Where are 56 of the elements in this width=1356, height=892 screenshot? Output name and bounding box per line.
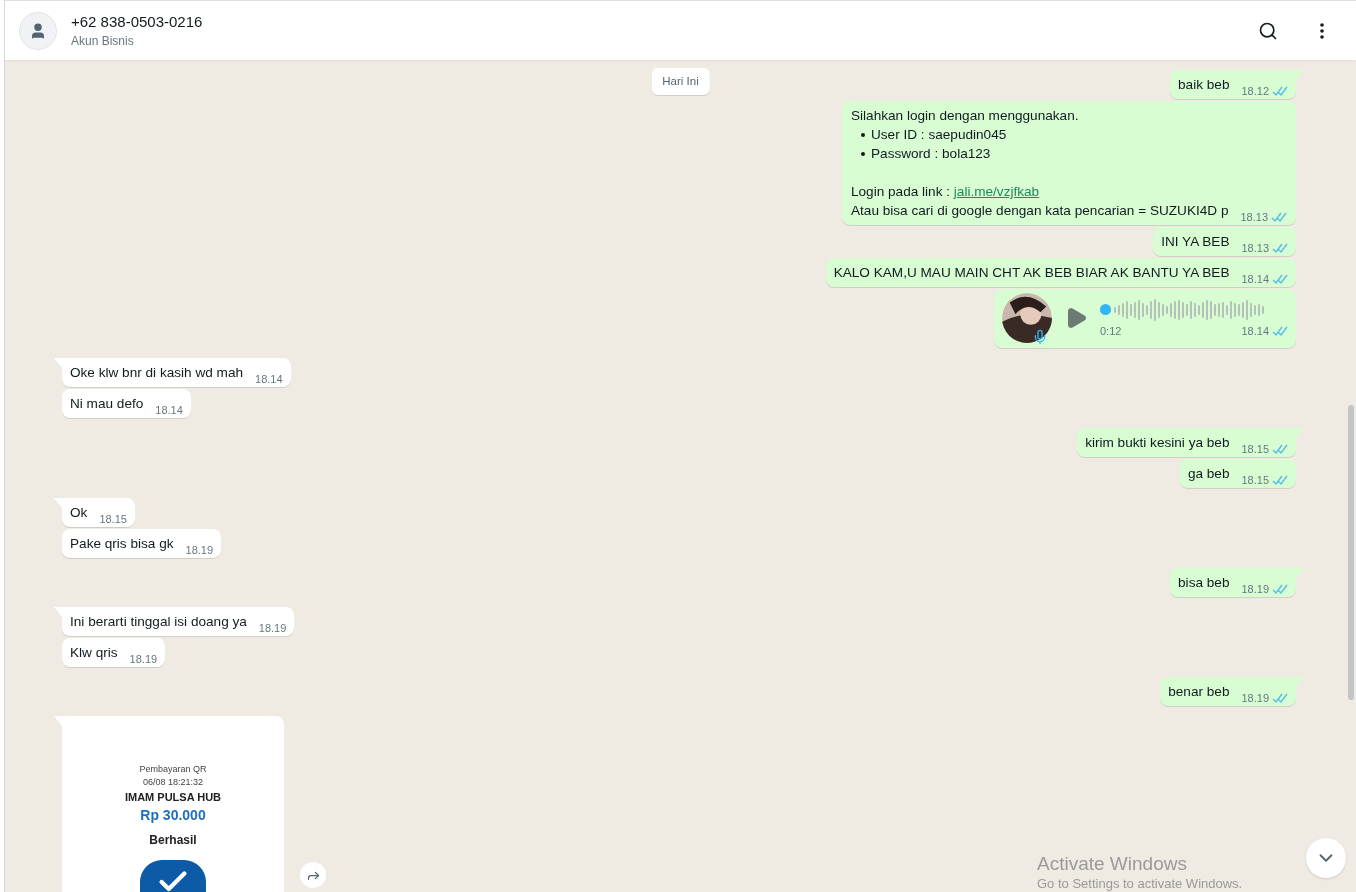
- menu-icon: [1320, 22, 1324, 39]
- message-text: Ok: [70, 504, 88, 522]
- message-text: Atau bisa cari di google dengan kata pencarian = SUZUKI4D p: [851, 202, 1229, 220]
- message-text: benar beb: [1168, 683, 1230, 701]
- forward-button[interactable]: [300, 862, 326, 888]
- message-text: kirim bukti kesini ya beb: [1085, 434, 1230, 452]
- receipt-amount: Rp 30.000: [140, 806, 206, 825]
- message-time: 18.19: [185, 543, 214, 557]
- bullet-icon: [861, 132, 865, 137]
- scroll-down-button[interactable]: [1306, 838, 1346, 878]
- message-text: Klw qris: [70, 644, 118, 662]
- success-check-icon: [140, 860, 206, 892]
- playback-thumb[interactable]: [1100, 304, 1111, 316]
- microphone-icon: [1032, 329, 1048, 345]
- list-item: User ID : saepudin045: [871, 126, 1007, 144]
- message-time: 18.19: [129, 652, 158, 666]
- date-chip: Hari Ini: [651, 68, 710, 96]
- message-text: ga beb: [1187, 465, 1230, 483]
- message-text: Ini berarti tinggal isi doang ya: [70, 613, 247, 631]
- avatar-icon[interactable]: [19, 11, 57, 50]
- search-icon: [1258, 20, 1278, 41]
- message-text: INI YA BEB: [1161, 233, 1230, 251]
- scrollbar[interactable]: [1348, 405, 1354, 700]
- message-time: 18.19: [258, 621, 287, 635]
- message-time: 18.15: [1241, 442, 1269, 456]
- message-time: 18.13: [1241, 241, 1269, 255]
- contact-name[interactable]: +62 838-0503-0216: [71, 11, 1234, 32]
- message-text: Pake qris bisa gk: [70, 535, 174, 553]
- contact-subtitle: Akun Bisnis: [71, 32, 135, 50]
- message-time: 18.14: [1241, 323, 1269, 339]
- bullet-icon: [861, 151, 865, 156]
- message-text: bisa beb: [1178, 574, 1230, 592]
- message-time: 18.15: [1241, 473, 1269, 487]
- message-text: Ni mau defo: [70, 395, 144, 413]
- message-time: 18.15: [99, 512, 127, 526]
- receipt-datetime: 06/08 18:21:32: [142, 776, 204, 789]
- message-text: Silahkan login dengan menggunakan.: [851, 107, 1079, 125]
- message-time: 18.19: [1241, 582, 1269, 596]
- message-text: Login pada link :: [851, 183, 951, 201]
- message-time: 18.14: [255, 372, 283, 386]
- receipt-title: Pembayaran QR: [139, 763, 207, 776]
- receipt-merchant: IMAM PULSA HUB: [124, 790, 222, 805]
- message-text: Oke klw bnr di kasih wd mah: [70, 364, 243, 382]
- message-time: 18.14: [1241, 272, 1269, 286]
- message-time: 18.12: [1241, 84, 1269, 98]
- activation-watermark-text: Go to Settings to activate Windows.: [1037, 875, 1243, 892]
- voice-duration: 0:12: [1100, 323, 1122, 339]
- message-time: 18.14: [155, 403, 183, 417]
- receipt-status: Berhasil: [149, 832, 197, 848]
- message-text: baik beb: [1178, 76, 1230, 94]
- message-time: 18.13: [1240, 210, 1268, 224]
- activation-watermark-title: Activate Windows: [1037, 852, 1188, 876]
- list-item: Password : bola123: [871, 145, 991, 163]
- message-time: 18.19: [1241, 691, 1269, 705]
- message-link[interactable]: jali.me/vzjfkab: [953, 182, 1040, 201]
- message-text: KALO KAM,U MAU MAIN CHT AK BEB BIAR AK BANTU YA BEB: [833, 264, 1230, 282]
